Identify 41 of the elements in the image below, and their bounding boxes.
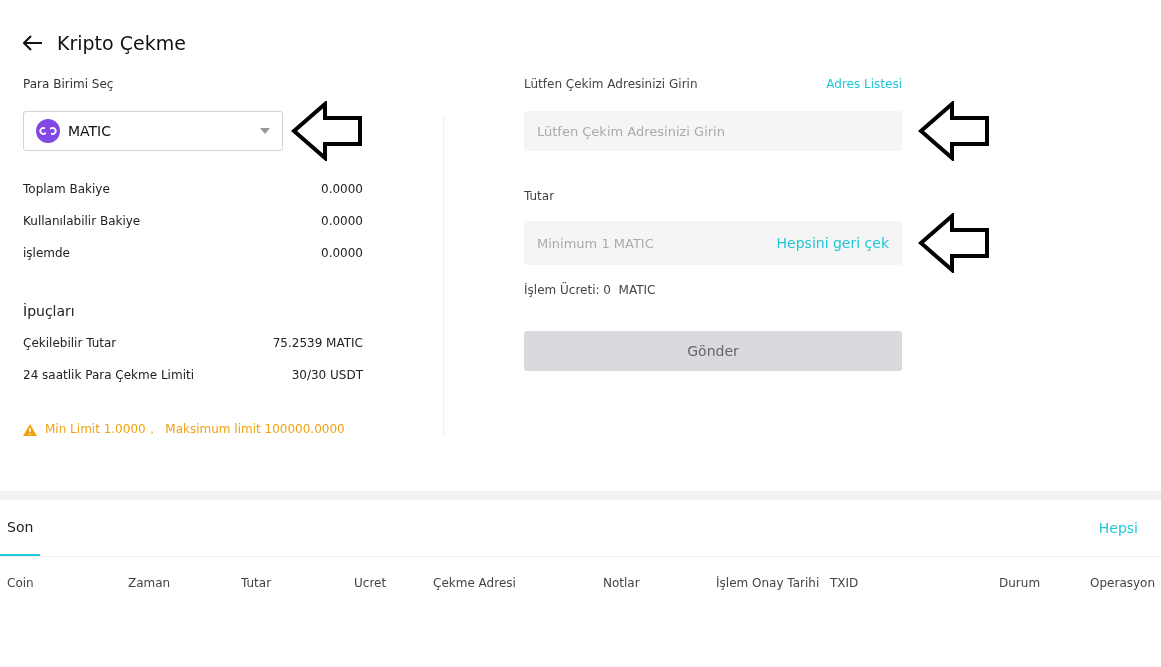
- arrow-icon: [291, 101, 363, 161]
- balance-value: 0.0000: [321, 246, 363, 260]
- column-header: Zaman: [128, 576, 172, 590]
- arrow-icon: [918, 101, 990, 161]
- amount-field[interactable]: Minimum 1 MATIC Hepsini geri çek: [524, 221, 902, 265]
- field-label: Lütfen Çekim Adresinizi Girin: [524, 77, 698, 91]
- address-field[interactable]: Lütfen Çekim Adresinizi Girin: [524, 111, 902, 151]
- tip-label: Çekilebilir Tutar: [23, 336, 117, 350]
- tip-label: 24 saatlik Para Çekme Limiti: [23, 368, 194, 382]
- balance-label: işlemde: [23, 246, 70, 260]
- column-header: Operasyon: [1090, 576, 1157, 590]
- currency-select[interactable]: MATIC: [23, 111, 283, 151]
- column-header: Notlar: [603, 576, 641, 590]
- limit-warning: Min Limit 1.0000， Maksimum limit 100000.0000: [45, 421, 345, 438]
- address-list-link[interactable]: Adres Listesi: [826, 77, 902, 91]
- warning-icon: [23, 423, 37, 436]
- balance-value: 0.0000: [321, 182, 363, 196]
- history-tab[interactable]: Son: [0, 500, 41, 556]
- balance-label: Kullanılabilir Bakiye: [23, 214, 141, 228]
- caret-icon: [260, 128, 270, 134]
- tip-value: 75.2539 MATIC: [272, 336, 363, 350]
- withdraw-all-link[interactable]: Hepsini geri çek: [776, 235, 889, 251]
- column-header: Tutar: [241, 576, 273, 590]
- balance-label: Toplam Bakiye: [23, 182, 110, 196]
- column-header: Durum: [999, 576, 1042, 590]
- column-header: Çekme Adresi: [433, 576, 517, 590]
- fee-text: İşlem Ücreti: 0 MATIC: [524, 283, 656, 297]
- view-all-link[interactable]: Hepsi: [1098, 520, 1138, 536]
- tip-value: 30/30 USDT: [291, 368, 363, 382]
- page-title: Kripto Çekme: [57, 32, 186, 54]
- field-label: Para Birimi Seç: [23, 77, 115, 91]
- arrow-icon: [918, 213, 990, 273]
- column-header: Coin: [7, 576, 35, 590]
- column-header: TXID: [830, 576, 860, 590]
- column-header: İşlem Onay Tarihi: [716, 576, 821, 590]
- column-header: Ucret: [354, 576, 388, 590]
- back-icon[interactable]: [23, 35, 43, 51]
- section-title: İpuçları: [23, 303, 76, 319]
- balance-value: 0.0000: [321, 214, 363, 228]
- coin-icon: [36, 119, 60, 143]
- field-label: Tutar: [524, 189, 555, 203]
